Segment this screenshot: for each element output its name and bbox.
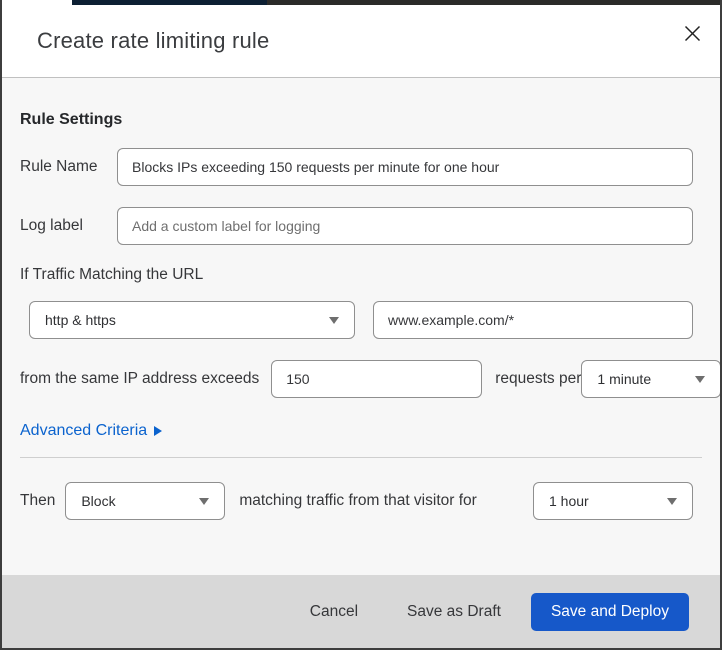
requests-per-text: requests per (495, 370, 582, 387)
close-icon (684, 25, 701, 42)
action-select-value: Block (81, 493, 116, 509)
cancel-button[interactable]: Cancel (306, 595, 362, 629)
chevron-down-icon (199, 497, 210, 505)
log-label-row: Log label (20, 207, 702, 245)
rate-limit-modal: Create rate limiting rule Rule Settings … (0, 0, 722, 650)
dialog-body: Rule Settings Rule Name Log label If Tra… (2, 78, 720, 575)
dialog-footer: Cancel Save as Draft Save and Deploy (2, 575, 720, 648)
then-label: Then (20, 492, 56, 509)
rule-name-input[interactable] (117, 148, 693, 186)
advanced-criteria-link[interactable]: Advanced Criteria (20, 422, 163, 440)
advanced-criteria-label: Advanced Criteria (20, 422, 148, 439)
rule-settings-heading: Rule Settings (20, 111, 123, 128)
threshold-prefix-text: from the same IP address exceeds (20, 370, 260, 387)
dialog-title: Create rate limiting rule (37, 28, 270, 53)
close-button[interactable] (678, 19, 706, 47)
log-label-label: Log label (20, 217, 83, 234)
rule-name-row: Rule Name (20, 148, 702, 186)
duration-select-value: 1 hour (549, 493, 589, 509)
duration-select[interactable]: 1 hour (533, 482, 693, 520)
chevron-down-icon (329, 316, 339, 324)
requests-count-input[interactable] (271, 360, 483, 398)
dialog-header: Create rate limiting rule (2, 5, 720, 78)
url-pattern-input[interactable] (373, 301, 693, 339)
scheme-select[interactable]: http & https (29, 301, 355, 339)
action-row: Then Block matching traffic from that vi… (20, 482, 702, 520)
action-middle-text: matching traffic from that visitor for (239, 492, 477, 509)
traffic-match-heading: If Traffic Matching the URL (20, 266, 204, 283)
scheme-select-value: http & https (45, 312, 116, 328)
chevron-down-icon (667, 497, 677, 505)
caret-right-icon (154, 426, 163, 436)
period-select-value: 1 minute (597, 371, 652, 387)
log-label-input[interactable] (117, 207, 693, 245)
url-match-row: http & https (29, 301, 693, 339)
save-as-draft-button[interactable]: Save as Draft (403, 595, 505, 629)
action-select[interactable]: Block (65, 482, 226, 520)
chevron-down-icon (695, 375, 706, 383)
period-select[interactable]: 1 minute (581, 360, 720, 398)
save-and-deploy-button[interactable]: Save and Deploy (530, 592, 689, 631)
section-divider (20, 457, 702, 458)
rule-name-label: Rule Name (20, 158, 98, 175)
threshold-row: from the same IP address exceeds request… (20, 360, 720, 398)
